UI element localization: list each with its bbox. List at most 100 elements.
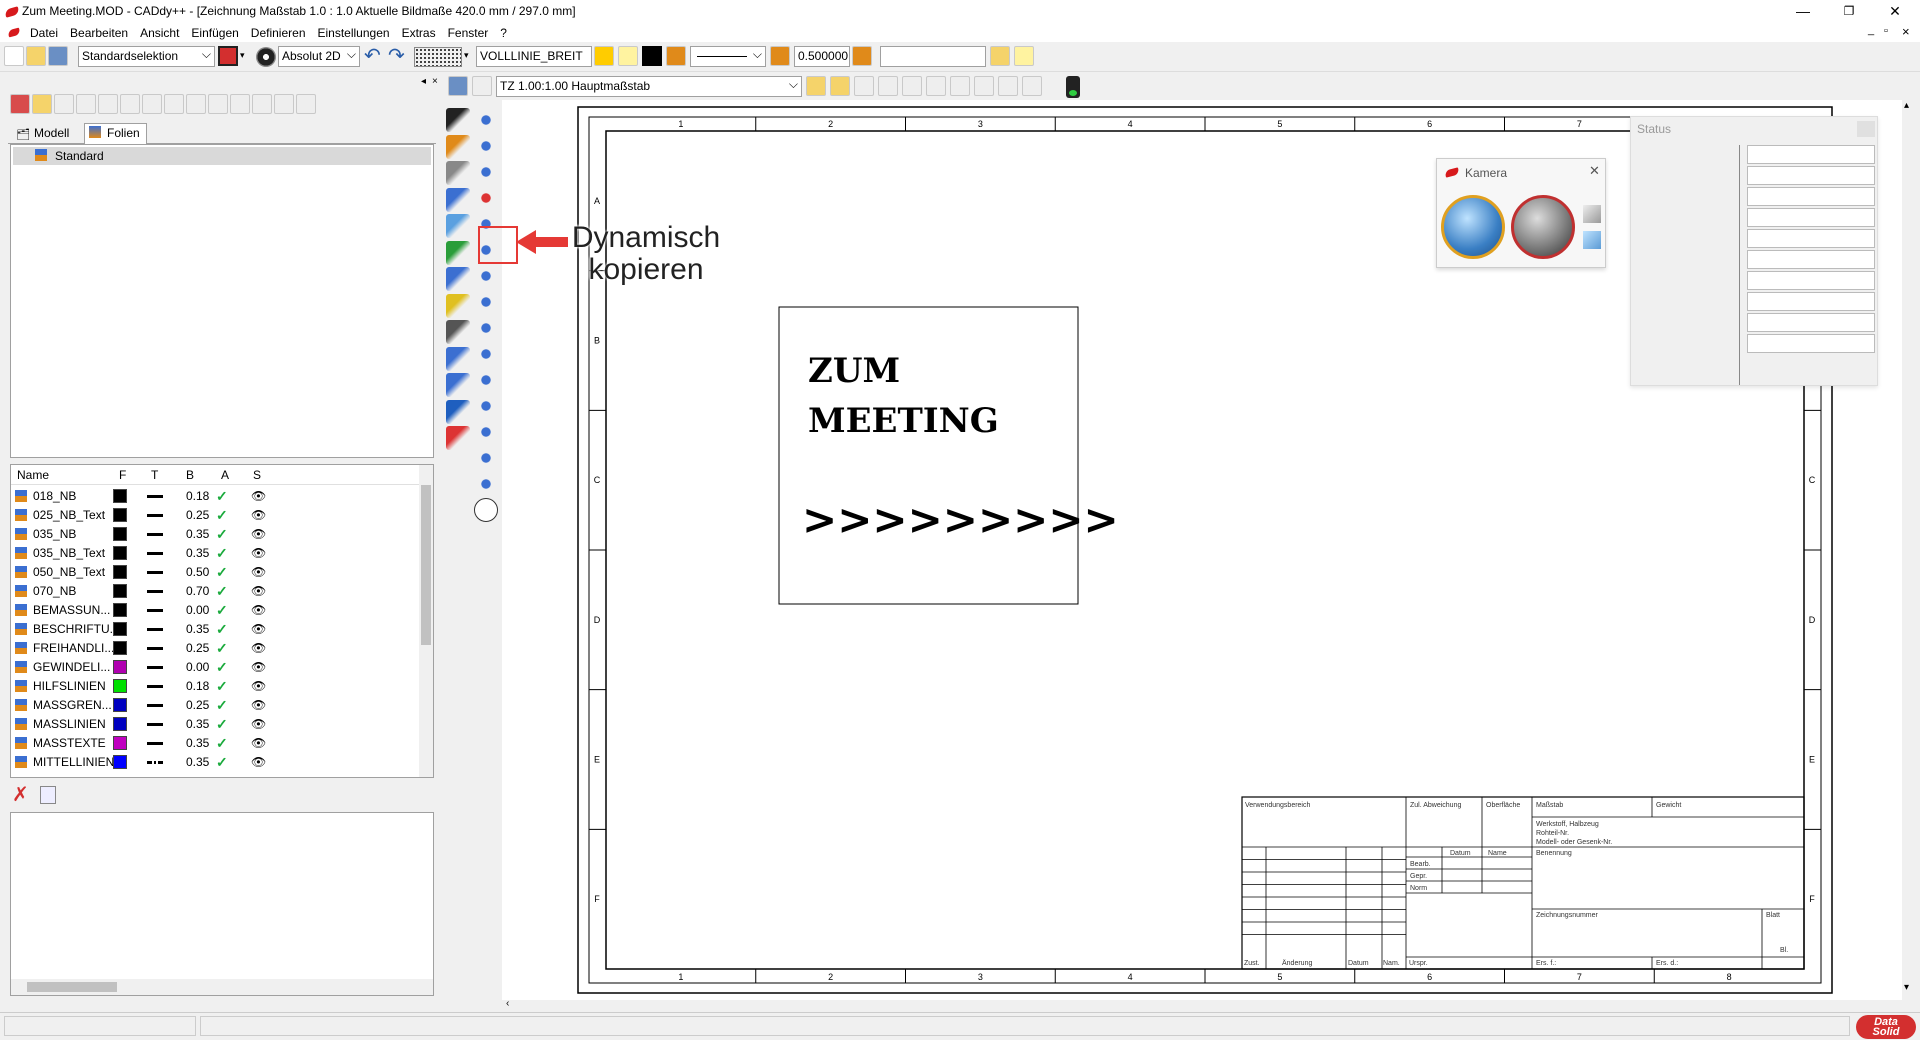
tab-model[interactable]: 🗂 Modell <box>12 124 75 143</box>
box-icon[interactable] <box>230 94 250 114</box>
table-row[interactable]: 025_NB_Text 0.25 ✓ 👁 <box>11 506 419 525</box>
edit-icon[interactable] <box>98 94 118 114</box>
dimension-icon[interactable] <box>120 94 140 114</box>
axis-icon[interactable] <box>446 267 470 291</box>
zoom-fit-icon[interactable] <box>998 76 1018 96</box>
menu-item-6[interactable]: Extras <box>396 24 442 42</box>
paint-icon[interactable] <box>446 240 470 265</box>
redraw-icon[interactable] <box>1022 76 1042 96</box>
layer-visible-eye-icon[interactable]: 👁 <box>251 506 266 525</box>
mirror2-icon[interactable] <box>474 472 498 496</box>
layer-color-swatch[interactable] <box>113 717 127 731</box>
layer-linetype[interactable] <box>147 666 163 669</box>
drawing-text-arrows[interactable]: >>>>>>>>> <box>802 495 1119 544</box>
info-icon[interactable] <box>446 399 470 424</box>
layer-header-1[interactable]: F <box>119 468 126 482</box>
layer-linetype[interactable] <box>147 742 163 745</box>
layer-color-swatch[interactable] <box>113 660 127 674</box>
kamera-close-button[interactable]: ✕ <box>1589 163 1600 179</box>
layer-visible-eye-icon[interactable]: 👁 <box>251 487 266 506</box>
rotate-copy2-icon[interactable] <box>474 342 498 366</box>
layer-visible-eye-icon[interactable]: 👁 <box>251 753 266 772</box>
delete-layer-icon[interactable]: ✗ <box>12 784 29 806</box>
up-copy2-icon[interactable] <box>474 420 498 444</box>
layer-active-check-icon[interactable]: ✓ <box>216 639 228 658</box>
scale-icon[interactable] <box>472 76 492 96</box>
layer-active-check-icon[interactable]: ✓ <box>216 734 228 753</box>
cube-icon[interactable] <box>274 94 294 114</box>
drawing-text-zum[interactable]: ZUM <box>808 351 900 391</box>
layer-color-swatch[interactable] <box>113 546 127 560</box>
layer-active-check-icon[interactable]: ✓ <box>216 487 228 506</box>
table-row[interactable]: MASSLINIEN 0.35 ✓ 👁 <box>11 715 419 734</box>
close-button[interactable]: ✕ <box>1872 0 1918 24</box>
layer-visible-eye-icon[interactable]: 👁 <box>251 525 266 544</box>
layer-header-5[interactable]: S <box>253 468 261 482</box>
selection-filter-icon[interactable] <box>218 46 238 66</box>
menu-item-1[interactable]: Bearbeiten <box>64 24 134 42</box>
snap-icon[interactable] <box>186 94 206 114</box>
arrow-icon[interactable] <box>446 108 470 132</box>
menu-item-2[interactable]: Ansicht <box>134 24 185 42</box>
mirror-icon[interactable] <box>474 446 498 470</box>
select-gray-icon[interactable] <box>474 108 498 132</box>
copy-layer-icon[interactable] <box>40 786 56 804</box>
panel-close-icon[interactable]: × <box>432 76 438 87</box>
measure-icon[interactable] <box>806 76 826 96</box>
rotate-globe-icon[interactable] <box>1511 195 1575 259</box>
layer-linetype[interactable] <box>147 647 163 650</box>
layer-color-swatch[interactable] <box>113 527 127 541</box>
layer-visible-eye-icon[interactable]: 👁 <box>251 715 266 734</box>
layer-visible-eye-icon[interactable]: 👁 <box>251 601 266 620</box>
layer-active-check-icon[interactable]: ✓ <box>216 582 228 601</box>
tab-layers[interactable]: Folien <box>84 123 147 144</box>
menu-item-3[interactable]: Einfügen <box>185 24 244 42</box>
canvas-horizontal-scrollbar[interactable]: ‹ <box>502 998 1902 1012</box>
polyline-icon[interactable] <box>208 94 228 114</box>
layer-visible-eye-icon[interactable]: 👁 <box>251 696 266 715</box>
layer-visible-eye-icon[interactable]: 👁 <box>251 658 266 677</box>
search-icon[interactable] <box>54 94 74 114</box>
menu-item-0[interactable]: Datei <box>24 24 64 42</box>
chevron-down-icon[interactable]: ▾ <box>464 50 469 61</box>
layer-active-check-icon[interactable]: ✓ <box>216 563 228 582</box>
layer-active-check-icon[interactable]: ✓ <box>216 620 228 639</box>
scrollbar-thumb[interactable] <box>421 485 431 645</box>
menu-item-5[interactable]: Einstellungen <box>312 24 396 42</box>
minimize-button[interactable]: — <box>1780 0 1826 24</box>
angle-icon[interactable] <box>164 94 184 114</box>
layer-linetype[interactable] <box>147 704 163 707</box>
dyn-copy-icon[interactable] <box>474 186 498 210</box>
layer-active-check-icon[interactable]: ✓ <box>216 658 228 677</box>
layer-linetype[interactable] <box>147 609 163 612</box>
layer-visible-eye-icon[interactable]: 👁 <box>251 639 266 658</box>
line-type-input[interactable]: VOLLLINIE_BREIT <box>476 46 592 67</box>
child-minimize-button[interactable]: _ <box>1868 24 1874 36</box>
view-cube-icon[interactable] <box>1583 205 1601 223</box>
text-style-icon[interactable] <box>446 320 470 344</box>
vertical-scrollbar[interactable]: ▴ ▾ <box>1902 100 1916 1000</box>
up-copy-icon[interactable] <box>474 394 498 418</box>
layer-color-swatch[interactable] <box>113 584 127 598</box>
layer-visible-eye-icon[interactable]: 👁 <box>251 677 266 696</box>
selection-mode-select[interactable]: Standardselektion <box>78 46 215 67</box>
tree-item-standard[interactable]: Standard <box>13 147 431 165</box>
save-icon[interactable] <box>48 46 68 66</box>
layer-header-3[interactable]: B <box>186 468 194 482</box>
layer-linetype[interactable] <box>147 590 163 593</box>
drawing-text-meeting[interactable]: MEETING <box>808 401 999 441</box>
layer-color-swatch[interactable] <box>113 508 127 522</box>
layer-linetype[interactable] <box>147 533 163 536</box>
pencil-icon[interactable] <box>76 94 96 114</box>
scrollbar-thumb[interactable] <box>27 982 117 992</box>
layer-color-swatch[interactable] <box>113 698 127 712</box>
grid-icon[interactable] <box>414 47 462 67</box>
scatter-icon[interactable] <box>474 368 498 392</box>
menu-item-7[interactable]: Fenster <box>442 24 495 42</box>
layer-table-scrollbar[interactable] <box>419 465 433 777</box>
layer-active-check-icon[interactable]: ✓ <box>216 677 228 696</box>
pan-icon[interactable] <box>902 76 922 96</box>
layer-header-2[interactable]: T <box>151 468 158 482</box>
scroll-left-icon[interactable]: ‹ <box>506 998 509 1009</box>
child-maximize-button[interactable]: ▫ <box>1884 25 1888 37</box>
